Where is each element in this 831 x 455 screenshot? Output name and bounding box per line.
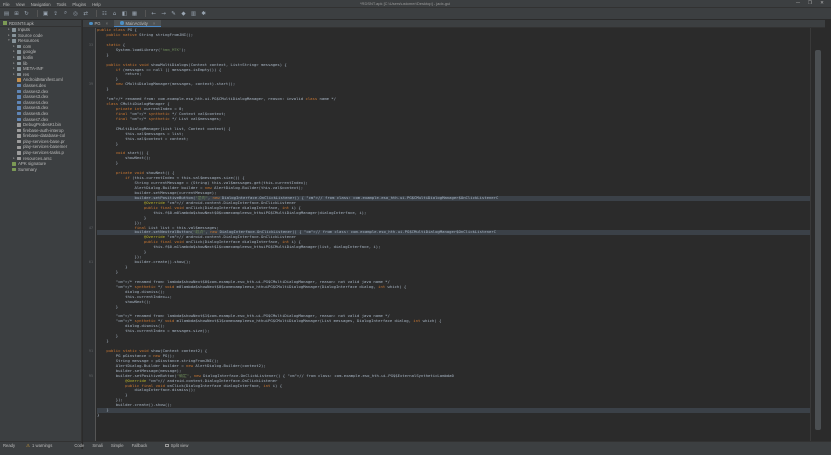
sync-icon[interactable]: ⇄ (82, 10, 89, 17)
editor-tabs: PG × MainActivity × (83, 20, 825, 28)
warnings-count: 1 warnings (32, 443, 53, 448)
warnings-indicator[interactable]: ⚠ 1 warnings (26, 443, 60, 449)
dex-file-icon (17, 89, 21, 94)
window-controls: — ❐ ✕ (792, 1, 828, 6)
code-editor: PG × MainActivity × 33 39 47 61 91 95 public cla… (83, 20, 825, 441)
class-icon (120, 21, 124, 25)
folder-file-icon (12, 33, 16, 38)
window-title: *RDSNT.apk [C:\Users\ustomer\Desktop] - … (360, 1, 451, 6)
apk-file-icon (12, 162, 16, 166)
folder-file-icon (12, 28, 16, 32)
line-number (83, 413, 95, 418)
settings-icon[interactable]: ✱ (200, 10, 207, 17)
menu-bar: File View Navigation Tools Plugins Help (3, 1, 107, 7)
home-icon[interactable]: ⌂ (111, 10, 118, 17)
refresh-icon[interactable]: ↻ (23, 10, 30, 17)
tree-root[interactable]: RDSNT4.apk (0, 20, 81, 27)
bin-file-icon (17, 156, 21, 161)
folder-file-icon (17, 61, 21, 66)
split-view-toggle[interactable]: Split view (165, 443, 196, 448)
bin-file-icon (17, 145, 21, 150)
view-mode-tabs: ⚠ 1 warnings Code Smali Simple Fallback … (26, 441, 831, 449)
close-tab-icon[interactable]: × (153, 21, 155, 26)
tab-fallback[interactable]: Fallback (132, 443, 148, 448)
deobf-icon[interactable]: ▥ (190, 10, 197, 17)
export-icon[interactable]: ⇪ (52, 10, 59, 17)
quark-icon[interactable]: ◆ (180, 10, 187, 17)
add-file-icon[interactable]: ⊞ (13, 10, 20, 17)
decompile-icon[interactable]: ◧ (121, 10, 128, 17)
rename-icon[interactable]: ✎ (170, 10, 177, 17)
status-bar (0, 449, 831, 455)
dex-file-icon (17, 95, 21, 99)
dex-file-icon (17, 83, 21, 88)
tab-label: PG (94, 21, 101, 26)
scrollbar-thumb[interactable] (815, 50, 821, 430)
menu-navigation[interactable]: Navigation (31, 2, 51, 7)
dex-file-icon (17, 117, 21, 122)
maximize-button[interactable]: ❐ (804, 1, 816, 6)
warning-icon: ⚠ (26, 442, 31, 448)
split-view-label: Split view (170, 443, 189, 448)
forward-icon[interactable]: → (160, 10, 167, 17)
menu-help[interactable]: Help (92, 2, 101, 7)
close-button[interactable]: ✕ (816, 1, 828, 6)
code-line[interactable]: } (97, 413, 810, 418)
toolbar-separator (96, 10, 97, 17)
project-tree-panel: RDSNT4.apk ▸ Inputs ▸ Source code ▾ Resources… (0, 20, 82, 441)
status-text: Ready (3, 443, 16, 448)
toolbar: ▤ ⊞ ↻ ▣ ⇪ ⌕ ◎ ⇄ ☷ ⌂ ◧ ▦ ← → ✎ ◆ ▥ ✱ (0, 8, 831, 20)
bin-file-icon (17, 139, 21, 144)
dex-file-icon (17, 111, 21, 116)
menu-tools[interactable]: Tools (57, 2, 67, 7)
folder-file-icon (17, 44, 21, 49)
title-bar: File View Navigation Tools Plugins Help *RDSN… (0, 0, 831, 8)
tree-root-label: RDSNT4.apk (9, 20, 34, 26)
editor-tab[interactable]: PG × (83, 20, 114, 27)
apk-file-icon (12, 167, 16, 172)
tab-code[interactable]: Code (74, 443, 84, 448)
folder-file-icon (12, 39, 16, 43)
menu-file[interactable]: File (3, 2, 10, 7)
apk-icon (3, 21, 7, 25)
project-tree: ▸ Inputs ▸ Source code ▾ Resources ▸ com ▸ google… (0, 27, 81, 172)
toolbar-separator (145, 10, 146, 17)
tree-icon[interactable]: ☷ (101, 10, 108, 17)
folder-file-icon (17, 56, 21, 60)
save-icon[interactable]: ▣ (42, 10, 49, 17)
tab-smali[interactable]: Smali (92, 443, 102, 448)
search-icon[interactable]: ⌕ (62, 10, 69, 17)
minimize-button[interactable]: — (792, 1, 804, 6)
bin-file-icon (17, 134, 21, 138)
xml-file-icon (17, 78, 21, 82)
line-number-gutter: 33 39 47 61 91 95 (83, 28, 96, 441)
tab-label: MainActivity (125, 20, 148, 26)
bin-file-icon (17, 123, 21, 127)
menu-view[interactable]: View (16, 2, 25, 7)
bin-file-icon (17, 151, 21, 155)
find-class-icon[interactable]: ◎ (72, 10, 79, 17)
folder-file-icon (17, 72, 21, 77)
checkbox-icon (165, 443, 169, 448)
dex-file-icon (17, 100, 21, 105)
code-area[interactable]: public class PG { public native String s… (97, 28, 810, 441)
menu-plugins[interactable]: Plugins (72, 2, 86, 7)
close-tab-icon[interactable]: × (106, 21, 108, 26)
editor-tab[interactable]: MainActivity × (114, 20, 162, 27)
dex-file-icon (17, 106, 21, 110)
folder-file-icon (17, 67, 21, 71)
back-icon[interactable]: ← (150, 10, 157, 17)
folder-open-icon[interactable]: ▤ (3, 10, 10, 17)
bin-file-icon (17, 128, 21, 133)
class-icon (89, 21, 93, 26)
log-icon[interactable]: ▦ (131, 10, 138, 17)
toolbar-separator (37, 10, 38, 17)
tree-item[interactable]: Summary (0, 167, 81, 173)
tree-item-label: Summary (18, 166, 37, 172)
tab-simple[interactable]: Simple (111, 443, 124, 448)
folder-file-icon (17, 50, 21, 54)
